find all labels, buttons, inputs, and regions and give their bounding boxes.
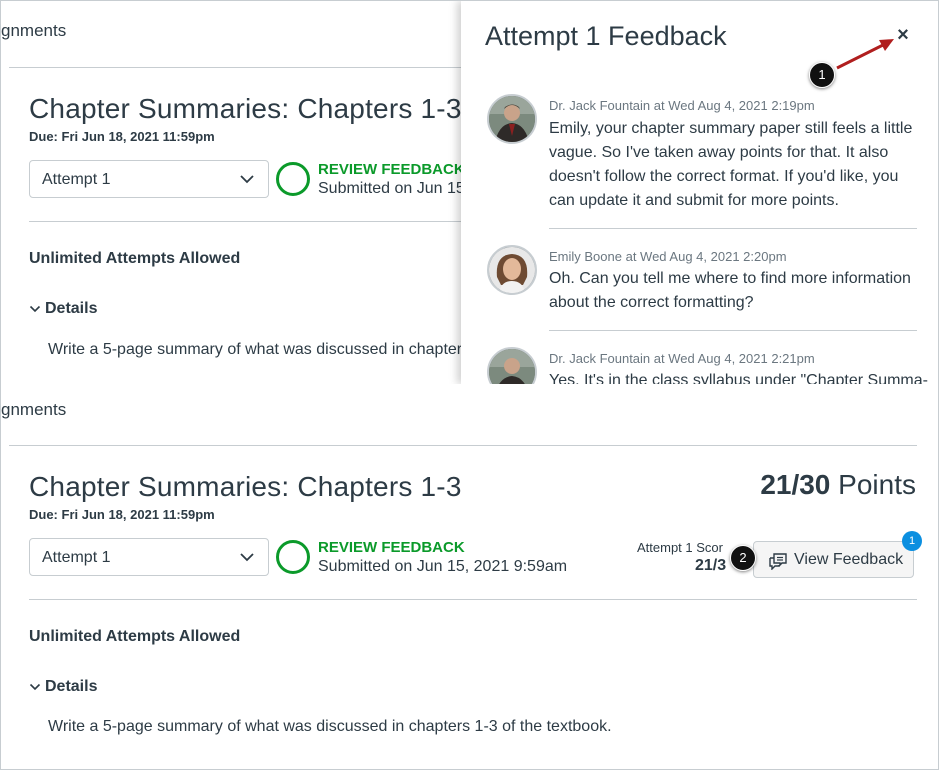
attempt-select-value: Attempt 1 (42, 549, 111, 566)
attempts-allowed: Unlimited Attempts Allowed (29, 250, 241, 267)
student-avatar-icon (489, 247, 535, 293)
chevron-down-icon (240, 553, 254, 562)
attempt-score-label: Attempt 1 Scor (637, 540, 723, 555)
comment-divider (549, 228, 917, 229)
screenshot-frame: ɡnments Chapter Summaries: Chapters 1-3 … (0, 0, 939, 770)
details-label: Details (45, 300, 98, 317)
assignment-page-bottom: ɡnments Chapter Summaries: Chapters 1-3 … (1, 384, 938, 769)
callout-1: 1 (809, 62, 835, 88)
due-date: Due: Fri Jun 18, 2021 11:59pm (29, 129, 215, 144)
assignment-description: Write a 5-page summary of what was discu… (48, 341, 471, 358)
page-title: Chapter Summaries: Chapters 1-3 (29, 471, 462, 502)
comment-item: Emily Boone at Wed Aug 4, 2021 2:20pm Oh… (485, 245, 925, 335)
comment-item: Dr. Jack Fountain at Wed Aug 4, 2021 2:1… (485, 94, 925, 234)
attempts-allowed: Unlimited Attempts Allowed (29, 628, 241, 645)
comment-feedback-icon (769, 553, 787, 570)
chevron-expand-icon (29, 305, 41, 312)
comment-text: Emily, your chapter summary paper still … (549, 120, 913, 209)
section-divider (29, 599, 917, 600)
comment-text: Oh. Can you tell me where to find more i… (549, 270, 911, 311)
header-divider (9, 445, 917, 446)
avatar (487, 245, 537, 295)
comment-divider (549, 330, 917, 331)
assignment-description: Write a 5-page summary of what was discu… (48, 718, 612, 735)
chevron-down-icon (240, 175, 254, 184)
callout-2: 2 (730, 545, 756, 571)
avatar (487, 347, 537, 384)
comment-meta: Dr. Jack Fountain at Wed Aug 4, 2021 2:2… (549, 351, 815, 366)
details-toggle[interactable]: Details (29, 300, 97, 318)
feedback-count-badge: 1 (902, 531, 922, 551)
comment-text: Yes. It's in the class syllabus under "C… (549, 372, 928, 384)
points-label: Points (838, 469, 916, 500)
attempt-score-value: 21/3 (695, 557, 727, 574)
attempt-select[interactable]: Attempt 1 (29, 160, 269, 198)
page-title: Chapter Summaries: Chapters 1-3 (29, 93, 462, 124)
status-ring-icon (276, 162, 310, 196)
details-label: Details (45, 678, 98, 695)
view-feedback-button[interactable]: View Feedback (753, 541, 914, 578)
teacher-avatar-icon (489, 96, 535, 142)
due-date: Due: Fri Jun 18, 2021 11:59pm (29, 507, 215, 522)
points-value: 21/30 (760, 469, 831, 500)
attempt-select-value: Attempt 1 (42, 171, 111, 188)
submitted-date: Submitted on Jun 15 (318, 180, 465, 197)
assignment-page-top: ɡnments Chapter Summaries: Chapters 1-3 … (1, 1, 938, 384)
teacher-avatar-icon (489, 349, 535, 384)
status-label[interactable]: REVIEW FEEDBACK (318, 161, 465, 178)
comment-meta: Emily Boone at Wed Aug 4, 2021 2:20pm (549, 249, 787, 264)
feedback-tray: Attempt 1 Feedback × Dr. Jack Fountain a… (461, 1, 938, 384)
points-display: 21/30 Points (760, 469, 916, 501)
tray-title: Attempt 1 Feedback (485, 21, 727, 51)
breadcrumb[interactable]: ɡnments (1, 400, 66, 420)
breadcrumb[interactable]: ɡnments (1, 21, 66, 41)
view-feedback-label: View Feedback (794, 551, 904, 568)
chevron-expand-icon (29, 683, 41, 690)
avatar (487, 94, 537, 144)
comment-item: Dr. Jack Fountain at Wed Aug 4, 2021 2:2… (485, 347, 928, 384)
status-label[interactable]: REVIEW FEEDBACK (318, 539, 465, 556)
attempt-select[interactable]: Attempt 1 (29, 538, 269, 576)
status-ring-icon (276, 540, 310, 574)
close-icon[interactable]: × (893, 25, 913, 45)
details-toggle[interactable]: Details (29, 678, 97, 696)
submitted-date: Submitted on Jun 15, 2021 9:59am (318, 558, 568, 575)
comment-meta: Dr. Jack Fountain at Wed Aug 4, 2021 2:1… (549, 98, 815, 113)
